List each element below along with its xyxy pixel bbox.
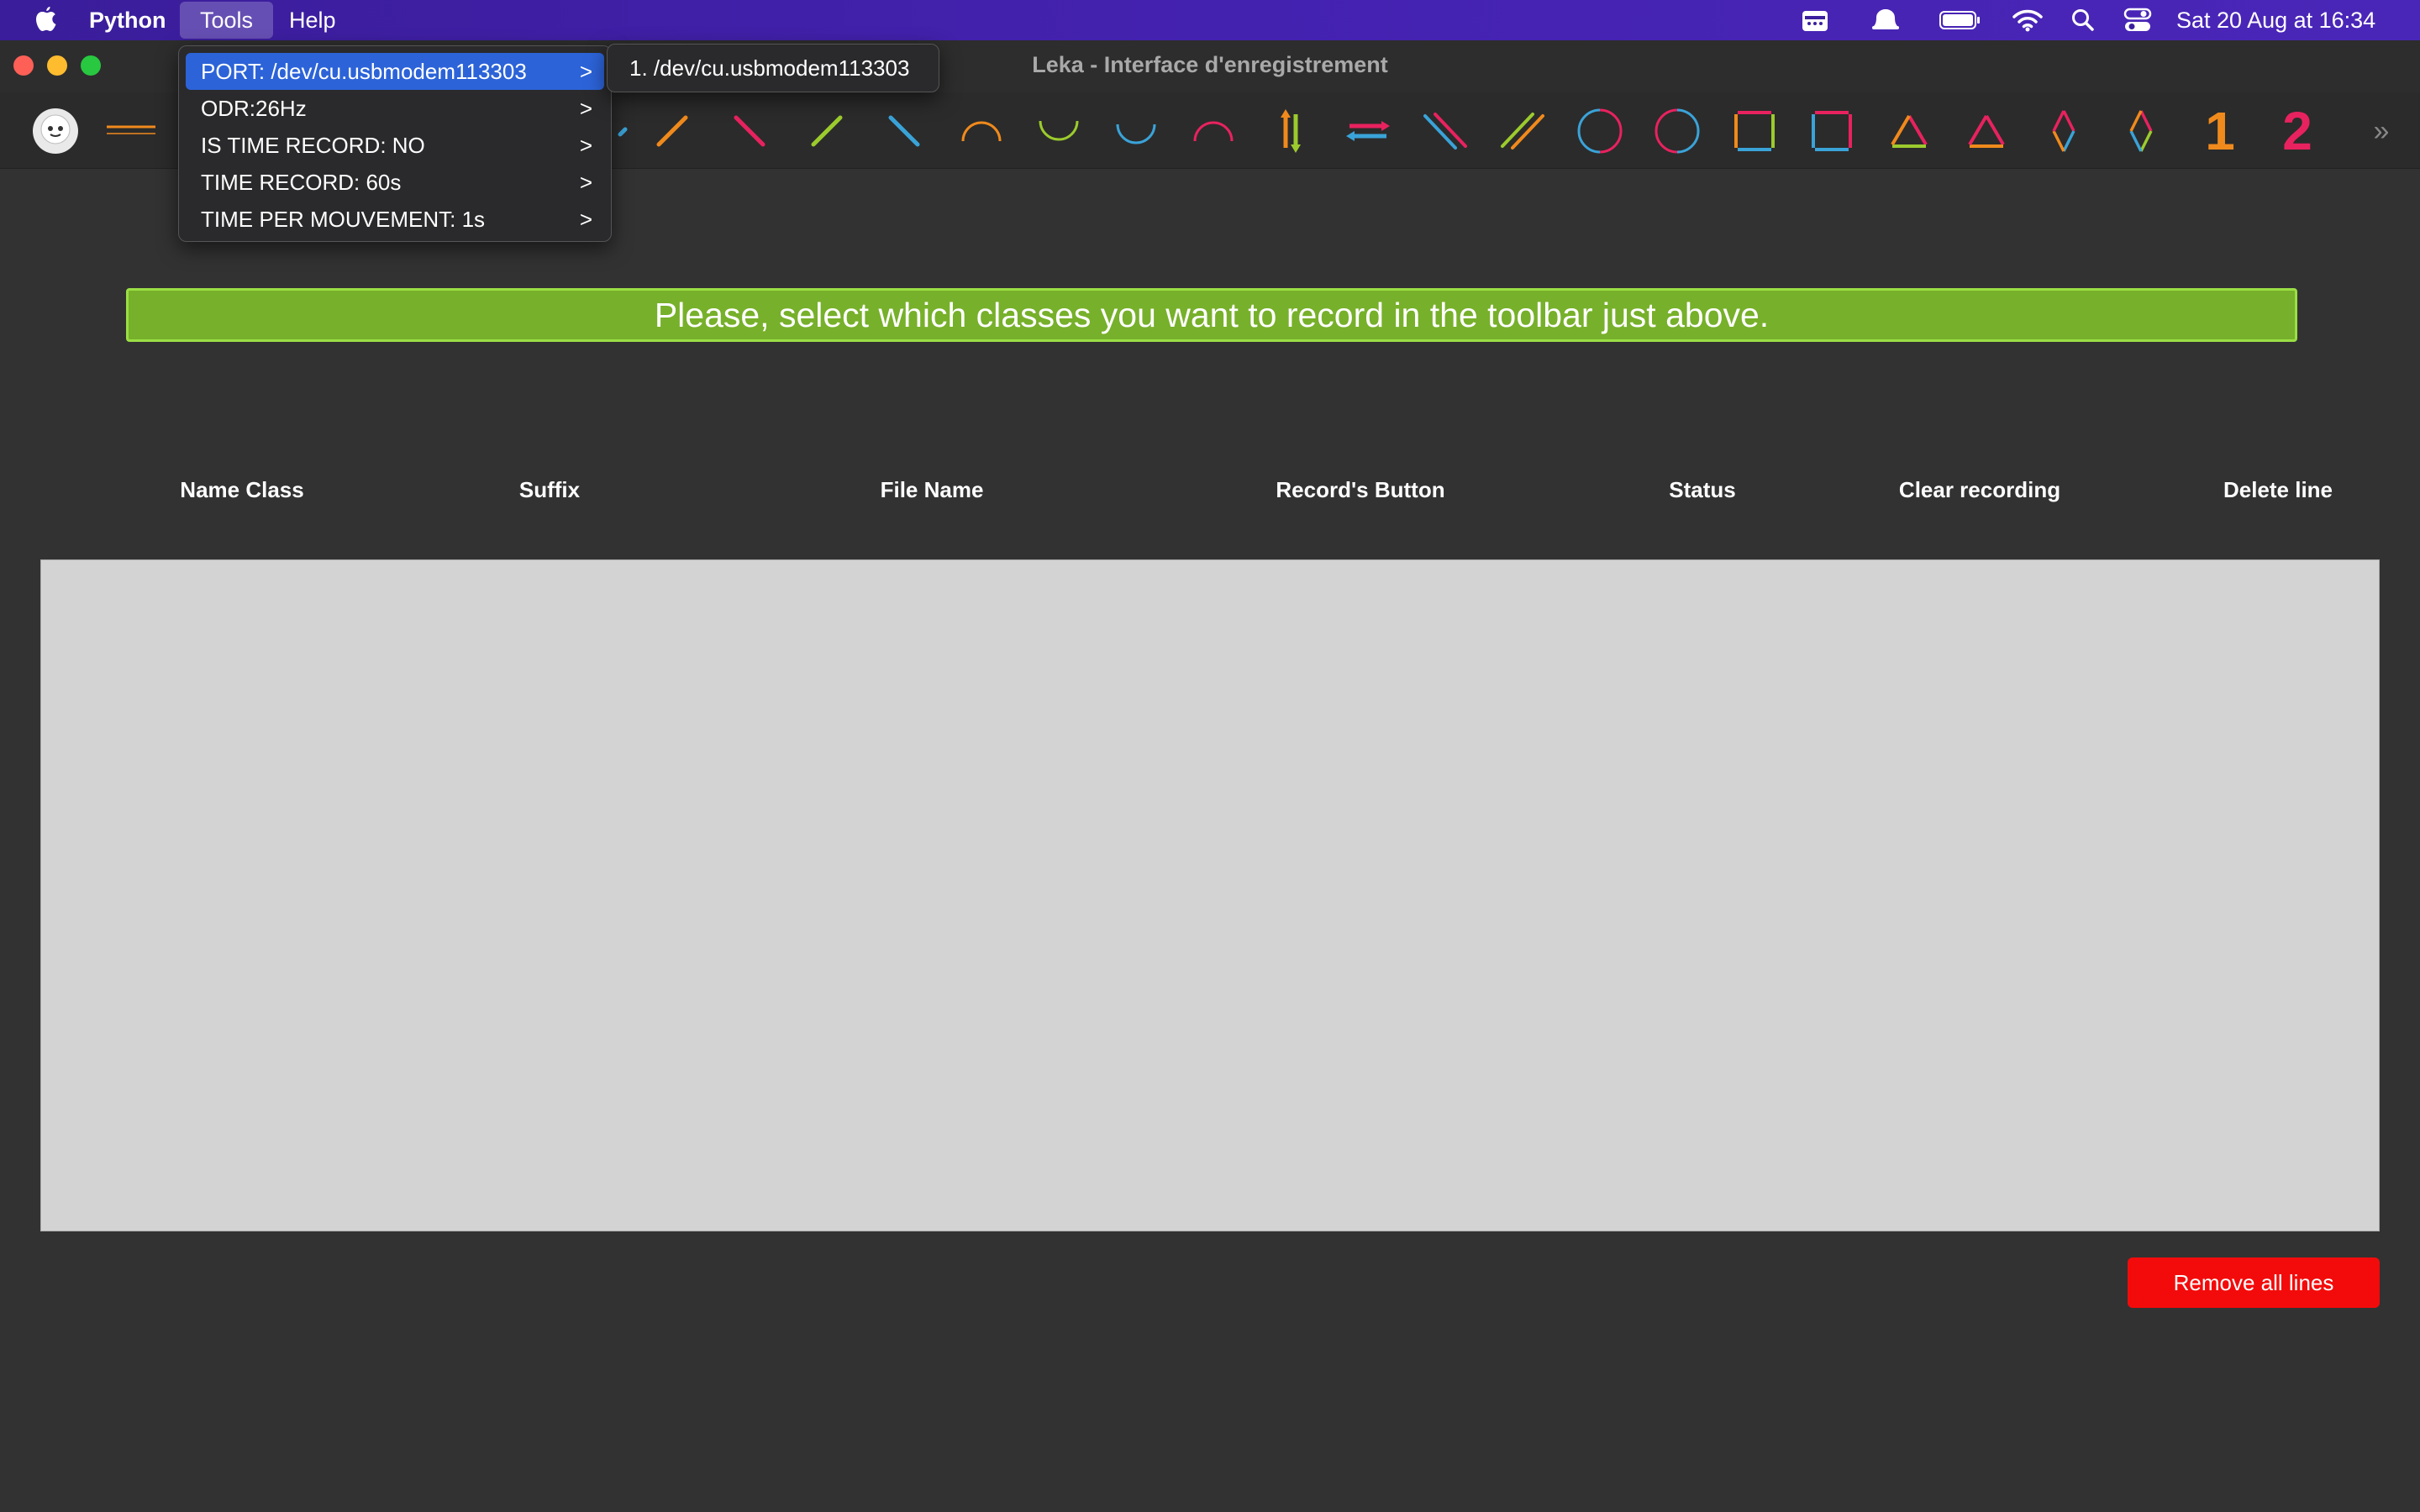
menu-item-odr[interactable]: ODR:26Hz > [186, 90, 604, 127]
menu-item-is-time-record[interactable]: IS TIME RECORD: NO > [186, 127, 604, 164]
column-header-name-class: Name Class [180, 477, 304, 502]
instruction-banner: Please, select which classes you want to… [126, 288, 2297, 342]
menu-bar: Python Tools Help Sat 20 Aug at 16:34 [0, 0, 2420, 40]
column-header-status: Status [1669, 477, 1736, 502]
app-menu-python[interactable]: Python [69, 0, 187, 40]
menu-item-time-record[interactable]: TIME RECORD: 60s > [186, 164, 604, 201]
column-header-clear-recording: Clear recording [1898, 477, 2061, 502]
port-submenu: 1. /dev/cu.usbmodem113303 [607, 44, 939, 92]
vertical-arrows-icon[interactable] [1259, 99, 1323, 163]
diagonal-up-orange-icon[interactable] [640, 99, 704, 163]
menu-item-label: IS TIME RECORD: NO [201, 133, 425, 158]
control-center-icon[interactable] [2121, 0, 2154, 40]
double-diagonal-up-icon[interactable] [1491, 99, 1555, 163]
search-icon[interactable] [2069, 0, 2097, 40]
chevron-right-icon: > [579, 207, 592, 232]
diamond-counterclockwise-icon[interactable] [2109, 99, 2173, 163]
robot-logo-icon[interactable] [24, 99, 87, 163]
arc-down-blue-icon[interactable] [1104, 99, 1168, 163]
horizontal-arrows-icon[interactable] [1336, 99, 1400, 163]
circle-blue-pink-icon[interactable] [1645, 99, 1709, 163]
number-one-icon[interactable]: 1 [2188, 99, 2252, 163]
diamond-clockwise-icon[interactable] [2032, 99, 2096, 163]
logo-strip-icon[interactable] [99, 99, 163, 163]
column-header-suffix: Suffix [518, 477, 581, 502]
apple-icon[interactable] [32, 5, 60, 35]
menu-item-label: ODR:26Hz [201, 96, 307, 121]
submenu-item-port-option[interactable]: 1. /dev/cu.usbmodem113303 [614, 50, 932, 87]
triangle-counterclockwise-icon[interactable] [1954, 99, 2018, 163]
menu-item-label: TIME PER MOUVEMENT: 1s [201, 207, 486, 232]
menubar-clock[interactable]: Sat 20 Aug at 16:34 [2176, 0, 2375, 40]
diagonal-down-blue-icon[interactable] [872, 99, 936, 163]
battery-icon[interactable] [1938, 0, 1983, 40]
triangle-clockwise-icon[interactable] [1877, 99, 1941, 163]
column-header-file-name: File Name [880, 477, 984, 502]
chevron-right-icon: > [579, 133, 592, 158]
column-header-delete-line: Delete line [2223, 477, 2333, 502]
diagonal-up-green-icon[interactable] [795, 99, 859, 163]
arc-up-orange-icon[interactable] [950, 99, 1013, 163]
remove-all-lines-button[interactable]: Remove all lines [2128, 1257, 2380, 1308]
arc-up-pink-icon[interactable] [1181, 99, 1245, 163]
menu-help[interactable]: Help [269, 0, 356, 40]
tools-dropdown-menu: PORT: /dev/cu.usbmodem113303 > ODR:26Hz … [178, 45, 612, 242]
menu-item-port[interactable]: PORT: /dev/cu.usbmodem113303 > [186, 53, 604, 90]
square-clockwise-icon[interactable] [1723, 99, 1786, 163]
wifi-icon[interactable] [2010, 0, 2045, 40]
double-diagonal-down-icon[interactable] [1413, 99, 1477, 163]
menu-item-label: TIME RECORD: 60s [201, 170, 402, 195]
menu-item-time-per-mouvement[interactable]: TIME PER MOUVEMENT: 1s > [186, 201, 604, 238]
calendar-icon[interactable] [1798, 0, 1832, 40]
arc-down-green-icon[interactable] [1027, 99, 1091, 163]
number-two-icon[interactable]: 2 [2265, 99, 2329, 163]
column-header-record-button: Record's Button [1276, 477, 1445, 502]
diagonal-down-pink-icon[interactable] [718, 99, 781, 163]
toolbar-overflow-chevron-icon[interactable]: » [2365, 99, 2398, 163]
square-counterclockwise-icon[interactable] [1800, 99, 1864, 163]
notification-bell-icon[interactable] [1867, 0, 1904, 40]
chevron-right-icon: > [579, 96, 592, 121]
circle-pink-blue-icon[interactable] [1568, 99, 1632, 163]
menu-item-label: PORT: /dev/cu.usbmodem113303 [201, 59, 527, 84]
recording-lines-area[interactable] [40, 559, 2380, 1231]
chevron-right-icon: > [579, 59, 592, 84]
menu-tools[interactable]: Tools [180, 2, 274, 39]
chevron-right-icon: > [579, 170, 592, 195]
